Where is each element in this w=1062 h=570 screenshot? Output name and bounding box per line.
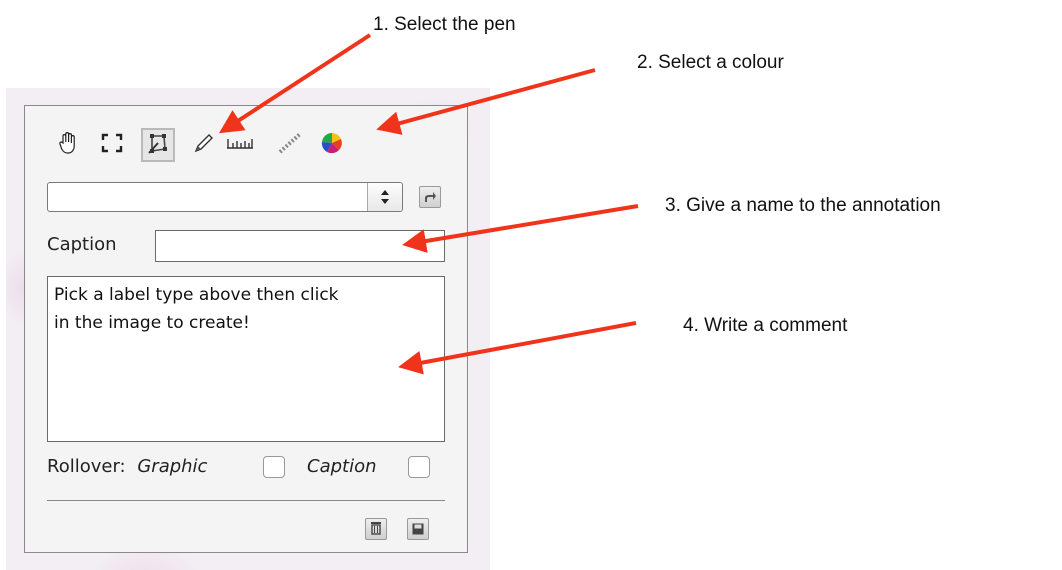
annotation-arrows [218,33,639,375]
arrow-step1 [218,33,372,134]
note-step3: 3. Give a name to the annotation [665,195,941,216]
note-step1: 1. Select the pen [373,14,516,35]
note-step4: 4. Write a comment [683,315,848,336]
arrow-step2 [376,68,596,135]
arrow-step3 [402,204,639,253]
note-step2: 2. Select a colour [637,52,784,73]
arrow-step4 [398,321,637,375]
